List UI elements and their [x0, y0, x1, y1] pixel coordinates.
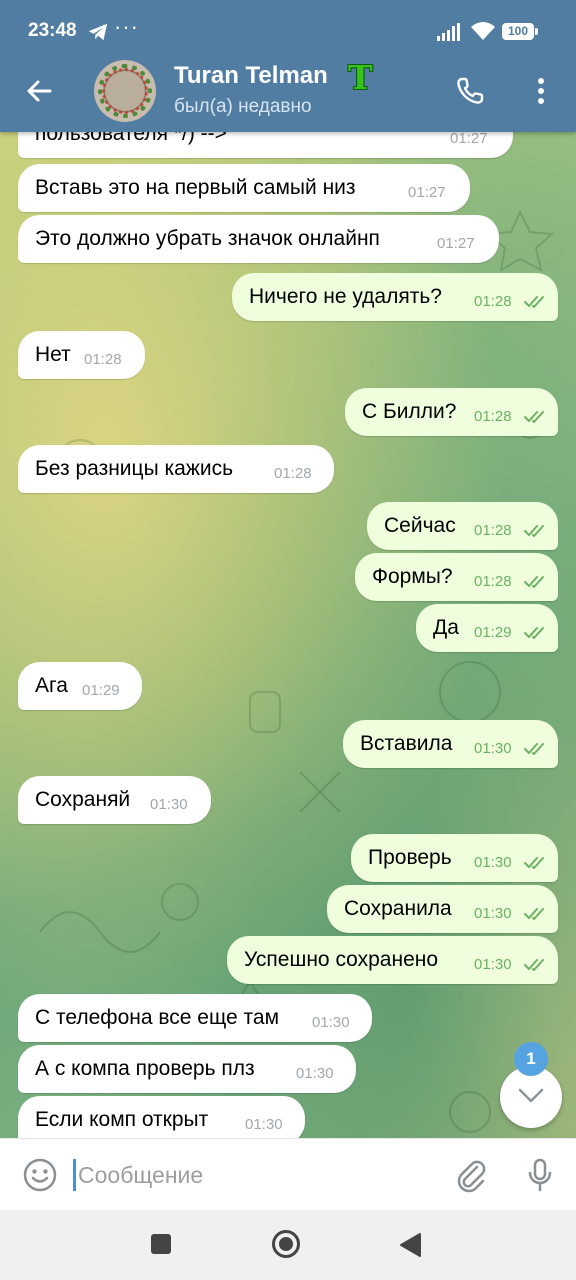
double-check-icon	[524, 908, 544, 920]
message-text: Нет	[35, 343, 71, 366]
double-check-icon	[524, 743, 544, 755]
message-time: 01:30	[474, 956, 512, 973]
message-time: 01:29	[474, 624, 512, 641]
incoming-message[interactable]: Если комп открыт 01:30	[18, 1096, 305, 1138]
incoming-message[interactable]: Это должно убрать значок онлайнп 01:27	[18, 215, 499, 263]
phone-call-icon[interactable]	[455, 76, 485, 106]
message-time: 01:28	[274, 465, 312, 482]
message-time: 01:28	[474, 408, 512, 425]
message-text: А с компа проверь плз	[35, 1057, 255, 1080]
message-text: С телефона все еще там	[35, 1006, 280, 1029]
outgoing-message[interactable]: С Билли? 01:28	[345, 388, 558, 436]
outgoing-message[interactable]: Проверь 01:30	[351, 834, 558, 882]
message-time: 01:30	[312, 1014, 350, 1031]
avatar[interactable]	[94, 60, 156, 122]
message-time: 01:30	[245, 1116, 283, 1133]
chat-header: Turan Telman T был(а) недавно	[0, 52, 576, 132]
outgoing-message[interactable]: Да 01:29	[416, 604, 558, 652]
incoming-message[interactable]: Сохраняй 01:30	[18, 776, 211, 824]
message-time: 01:28	[474, 573, 512, 590]
outgoing-message[interactable]: Сейчас 01:28	[367, 502, 558, 550]
message-time: 01:30	[474, 740, 512, 757]
message-time: 01:27	[408, 184, 446, 201]
message-text: Если комп открыт	[35, 1108, 209, 1131]
status-bar: 23:48 ··· 100	[0, 0, 576, 52]
home-button[interactable]	[271, 1229, 301, 1259]
message-time: 01:28	[474, 293, 512, 310]
message-input[interactable]	[78, 1157, 418, 1193]
message-text: Это должно убрать значок онлайнп	[35, 227, 380, 250]
battery-level: 100	[507, 24, 529, 38]
incoming-message[interactable]: А с компа проверь плз 01:30	[18, 1045, 356, 1093]
message-text: Вставь это на первый самый низ	[35, 176, 356, 199]
contact-name[interactable]: Turan Telman	[174, 62, 328, 90]
double-check-icon	[524, 525, 544, 537]
message-text: Сохраняй	[35, 788, 131, 811]
chevron-down-icon	[518, 1088, 544, 1103]
attach-icon[interactable]	[453, 1157, 489, 1193]
double-check-icon	[524, 857, 544, 869]
double-check-icon	[524, 627, 544, 639]
message-text: Да	[433, 616, 459, 639]
battery-icon: 100	[502, 23, 538, 40]
double-check-icon	[524, 296, 544, 308]
message-text: пользователя */) -->	[35, 132, 227, 145]
text-cursor	[73, 1159, 76, 1191]
message-text: Сейчас	[384, 514, 456, 537]
message-text: Формы?	[372, 565, 453, 588]
message-time: 01:28	[84, 351, 122, 368]
outgoing-message[interactable]: Вставила 01:30	[343, 720, 558, 768]
outgoing-message[interactable]: Ничего не удалять? 01:28	[232, 273, 558, 321]
double-check-icon	[524, 576, 544, 588]
message-text: Без разницы кажись	[35, 457, 234, 480]
message-text: Ничего не удалять?	[249, 285, 442, 308]
message-time: 01:29	[82, 682, 120, 699]
telegram-notification-icon	[88, 23, 108, 41]
incoming-message[interactable]: Нет 01:28	[18, 331, 145, 379]
custom-emoji-t-icon: T	[348, 58, 373, 97]
message-text: Ага	[35, 674, 68, 697]
double-check-icon	[524, 411, 544, 423]
message-time: 01:30	[296, 1065, 334, 1082]
message-text: Сохранила	[344, 897, 452, 920]
double-check-icon	[524, 959, 544, 971]
system-back-button[interactable]	[398, 1232, 422, 1258]
incoming-message[interactable]: С телефона все еще там 01:30	[18, 994, 372, 1042]
message-time: 01:30	[474, 905, 512, 922]
microphone-icon[interactable]	[522, 1157, 558, 1193]
message-text: С Билли?	[362, 400, 457, 423]
message-text: Успешно сохранено	[244, 948, 439, 971]
chat-history[interactable]: пользователя */) --> 01:27 Вставь это на п…	[0, 132, 576, 1138]
recent-apps-button[interactable]	[151, 1234, 171, 1254]
emoji-icon[interactable]	[22, 1157, 58, 1193]
outgoing-message[interactable]: Формы? 01:28	[355, 553, 558, 601]
more-notifications-icon: ···	[114, 14, 139, 39]
avatar-berries	[102, 68, 148, 114]
status-time: 23:48	[28, 20, 77, 41]
signal-icon	[437, 23, 460, 41]
back-arrow-icon[interactable]	[24, 76, 54, 106]
system-navigation-bar	[0, 1210, 576, 1280]
message-text: Вставила	[360, 732, 453, 755]
message-time: 01:27	[437, 235, 475, 252]
incoming-message[interactable]: Без разницы кажись 01:28	[18, 445, 334, 493]
contact-last-seen: был(а) недавно	[174, 96, 312, 117]
message-composer	[0, 1138, 576, 1211]
outgoing-message[interactable]: Успешно сохранено 01:30	[227, 936, 558, 984]
wifi-icon	[471, 22, 495, 40]
incoming-message[interactable]: Вставь это на первый самый низ 01:27	[18, 164, 470, 212]
incoming-message[interactable]: пользователя */) --> 01:27	[18, 132, 513, 158]
more-options-icon[interactable]	[526, 76, 556, 106]
message-time: 01:30	[474, 854, 512, 871]
message-time: 01:27	[450, 132, 488, 147]
outgoing-message[interactable]: Сохранила 01:30	[327, 885, 558, 933]
message-time: 01:28	[474, 522, 512, 539]
incoming-message[interactable]: Ага 01:29	[18, 662, 142, 710]
unread-count-badge: 1	[514, 1042, 548, 1076]
message-text: Проверь	[368, 846, 452, 869]
message-time: 01:30	[150, 796, 188, 813]
